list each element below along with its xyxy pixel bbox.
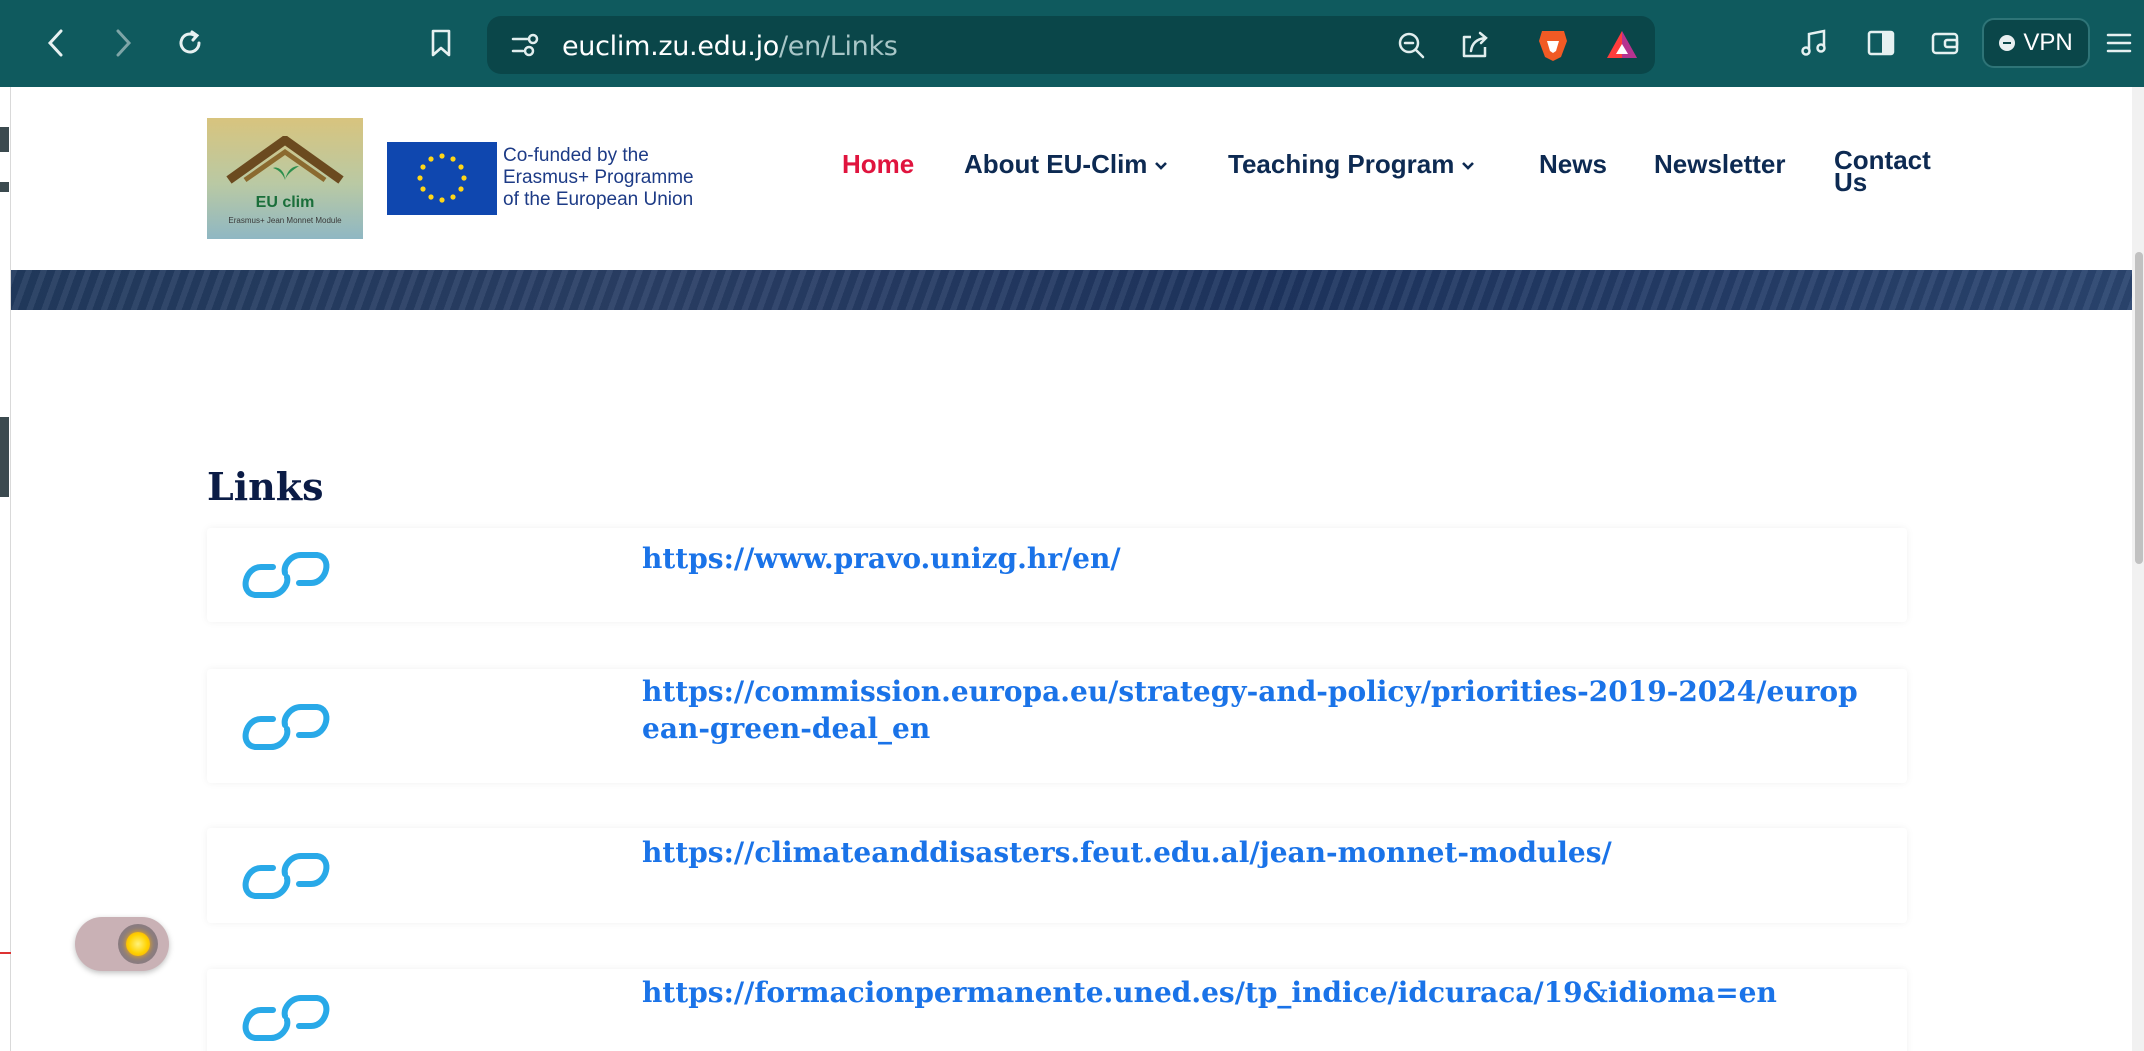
sun-icon (126, 932, 150, 956)
cofunded-text: Co-funded by the Erasmus+ Programme of t… (503, 145, 694, 211)
page-title: Links (207, 464, 324, 509)
nav-teaching-program[interactable]: Teaching Program (1228, 149, 1476, 180)
vpn-label: VPN (2023, 29, 2073, 56)
logo-subtitle: Erasmus+ Jean Monnet Module (228, 216, 342, 225)
browser-window: euclim.zu.edu.jo/en/Links 1 (0, 0, 2144, 1051)
nav-contact-us[interactable]: Contact Us (1834, 147, 1944, 195)
brave-rewards-icon[interactable] (1605, 28, 1639, 62)
chevron-down-icon (1155, 162, 1168, 170)
share-icon[interactable] (1459, 29, 1491, 61)
vpn-status-icon (1999, 35, 2016, 51)
vpn-button[interactable]: VPN (1982, 18, 2090, 68)
site-header: EU clim Erasmus+ Jean Monnet Module Co-f… (11, 87, 2132, 270)
link-url[interactable]: https://formacionpermanente.uned.es/tp_i… (642, 974, 1862, 1011)
brave-shield-icon[interactable]: 1 (1536, 27, 1572, 63)
theme-toggle[interactable] (75, 917, 169, 971)
link-url[interactable]: https://commission.europa.eu/strategy-an… (642, 673, 1862, 747)
url-path: /en/Links (779, 31, 898, 62)
link-card: https://formacionpermanente.uned.es/tp_i… (207, 969, 1907, 1051)
cofunded-line: Co-funded by the (503, 145, 649, 166)
scrollbar[interactable] (2132, 87, 2144, 1051)
nav-about[interactable]: About EU-Clim (964, 149, 1169, 180)
site-settings-icon[interactable] (509, 29, 541, 61)
link-url[interactable]: https://climateanddisasters.feut.edu.al/… (642, 834, 1862, 871)
forward-icon[interactable] (100, 20, 146, 66)
wallet-icon[interactable] (1922, 20, 1968, 66)
eu-flag-icon (387, 142, 497, 215)
hero-banner-image (11, 270, 2132, 310)
nav-about-label: About EU-Clim (964, 149, 1148, 179)
url-text: euclim.zu.edu.jo/en/Links (562, 31, 898, 62)
euclim-logo[interactable]: EU clim Erasmus+ Jean Monnet Module (207, 118, 363, 239)
link-card: https://climateanddisasters.feut.edu.al/… (207, 828, 1907, 923)
link-card: https://commission.europa.eu/strategy-an… (207, 669, 1907, 783)
link-url[interactable]: https://www.pravo.unizg.hr/en/ (642, 540, 1862, 577)
zoom-icon[interactable] (1395, 29, 1427, 61)
sidebar-icon[interactable] (1858, 20, 1904, 66)
cofunded-line: of the European Union (503, 189, 694, 210)
nav-teaching-label: Teaching Program (1228, 149, 1455, 179)
media-icon[interactable] (1791, 20, 1837, 66)
link-icon (242, 552, 330, 598)
chevron-down-icon (1462, 162, 1475, 170)
nav-news[interactable]: News (1539, 149, 1607, 180)
address-bar[interactable]: euclim.zu.edu.jo/en/Links 1 (487, 16, 2007, 74)
nav-home[interactable]: Home (842, 149, 914, 180)
link-icon (242, 853, 330, 899)
link-card: https://www.pravo.unizg.hr/en/ (207, 528, 1907, 622)
url-host: euclim.zu.edu.jo (562, 31, 779, 62)
reload-icon[interactable] (167, 20, 213, 66)
menu-icon[interactable] (2099, 20, 2139, 66)
background-window-edge (0, 87, 11, 1051)
logo-house-icon (226, 136, 344, 184)
link-icon (242, 704, 330, 750)
nav-newsletter[interactable]: Newsletter (1654, 149, 1786, 180)
browser-toolbar: euclim.zu.edu.jo/en/Links 1 (0, 0, 2144, 87)
bookmark-icon[interactable] (418, 20, 464, 66)
background-window-edge (0, 952, 11, 954)
cofunded-line: Erasmus+ Programme (503, 167, 694, 188)
scrollbar-thumb[interactable] (2135, 252, 2143, 564)
logo-title: EU clim (255, 194, 315, 211)
back-icon[interactable] (33, 20, 79, 66)
link-icon (242, 995, 330, 1041)
toggle-knob (118, 924, 158, 964)
